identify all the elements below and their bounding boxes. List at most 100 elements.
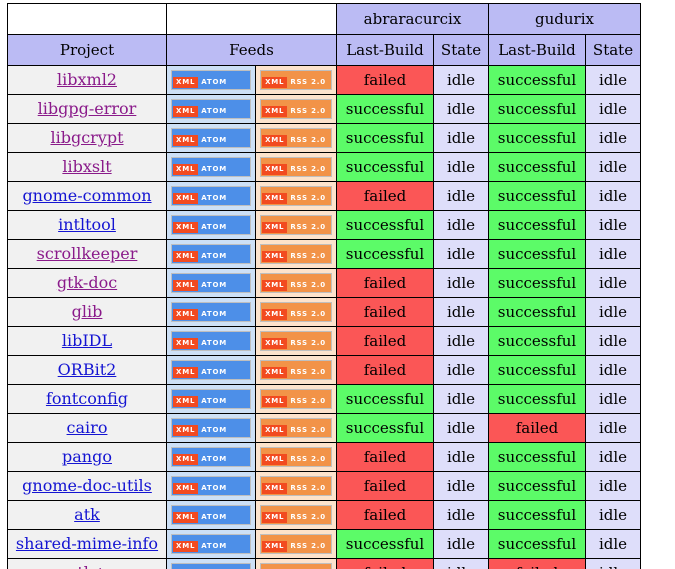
rss-feed-badge[interactable]: XMLRSS 2.0 xyxy=(260,128,332,148)
project-cell: gnome-common xyxy=(7,181,167,211)
badge-kind-label: ATOM xyxy=(198,164,249,175)
column-header-feeds: Feeds xyxy=(166,34,337,66)
badge-xml-label: XML xyxy=(262,164,288,175)
project-link[interactable]: scrollkeeper xyxy=(37,244,138,263)
atom-feed-badge[interactable]: XMLATOM xyxy=(171,505,251,525)
project-link[interactable]: fontconfig xyxy=(46,389,128,408)
abraracurcix-last-build-cell: failed xyxy=(336,558,434,569)
atom-feed-badge[interactable]: XMLATOM xyxy=(171,99,251,119)
atom-feed-badge[interactable]: XMLATOM xyxy=(171,563,251,569)
project-link[interactable]: libgcrypt xyxy=(50,128,123,147)
rss-feed-cell: XMLRSS 2.0 xyxy=(255,94,337,124)
atom-feed-badge[interactable]: XMLATOM xyxy=(171,418,251,438)
gudurix-last-build-cell: successful xyxy=(488,152,586,182)
project-link[interactable]: gtk-doc xyxy=(57,273,117,292)
gudurix-state-cell: idle xyxy=(585,355,641,385)
rss-feed-badge[interactable]: XMLRSS 2.0 xyxy=(260,360,332,380)
header-spacer-project xyxy=(7,3,167,35)
table-row: gtk+XMLATOMXMLRSS 2.0failedidlefailedidl… xyxy=(7,558,641,569)
rss-feed-badge[interactable]: XMLRSS 2.0 xyxy=(260,244,332,264)
gudurix-last-build-cell: successful xyxy=(488,181,586,211)
table-row: libIDL XML ATOM XML RSS 2.0 failed idle success… xyxy=(7,326,641,356)
atom-feed-badge[interactable]: XMLATOM xyxy=(171,273,251,293)
rss-feed-cell: XMLRSS 2.0 xyxy=(255,471,337,501)
rss-feed-badge[interactable]: XMLRSS 2.0 xyxy=(260,389,332,409)
atom-feed-badge[interactable]: XMLATOM xyxy=(171,534,251,554)
project-link[interactable]: gtk+ xyxy=(67,563,107,569)
rss-feed-badge[interactable]: XMLRSS 2.0 xyxy=(260,505,332,525)
abraracurcix-state-cell: idle xyxy=(433,471,489,501)
project-link[interactable]: ORBit2 xyxy=(58,360,117,379)
rss-feed-badge[interactable]: XMLRSS 2.0 xyxy=(260,99,332,119)
rss-feed-badge[interactable]: XMLRSS 2.0 xyxy=(260,447,332,467)
rss-feed-badge[interactable]: XMLRSS 2.0 xyxy=(260,418,332,438)
project-link[interactable]: libxslt xyxy=(62,157,111,176)
atom-feed-badge[interactable]: XMLATOM xyxy=(171,360,251,380)
rss-feed-badge[interactable]: XMLRSS 2.0 xyxy=(260,215,332,235)
project-link[interactable]: gnome-common xyxy=(22,186,151,205)
abraracurcix-last-build-cell: failed xyxy=(336,268,434,298)
badge-kind-label: RSS 2.0 xyxy=(287,222,330,233)
host-header-abraracurcix: abraracurcix xyxy=(336,3,489,35)
rss-feed-badge[interactable]: XMLRSS 2.0 xyxy=(260,70,332,90)
atom-feed-badge[interactable]: XMLATOM xyxy=(171,244,251,264)
badge-kind-label: ATOM xyxy=(198,280,249,291)
atom-feed-badge[interactable]: XMLATOM xyxy=(171,331,251,351)
rss-feed-badge[interactable]: XMLRSS 2.0 xyxy=(260,302,332,322)
atom-feed-badge[interactable]: XMLATOM xyxy=(171,70,251,90)
rss-feed-badge[interactable]: XMLRSS 2.0 xyxy=(260,186,332,206)
header-spacer-feeds xyxy=(166,3,337,35)
project-link[interactable]: libgpg-error xyxy=(38,99,137,118)
atom-feed-badge[interactable]: XMLATOM xyxy=(171,186,251,206)
abraracurcix-state-cell: idle xyxy=(433,181,489,211)
rss-feed-cell: XMLRSS 2.0 xyxy=(255,210,337,240)
atom-feed-badge[interactable]: XMLATOM xyxy=(171,447,251,467)
project-link[interactable]: atk xyxy=(74,505,100,524)
project-link[interactable]: libxml2 xyxy=(57,70,117,89)
badge-kind-label: ATOM xyxy=(198,251,249,262)
project-link[interactable]: glib xyxy=(72,302,103,321)
project-cell: gtk+ xyxy=(7,558,167,569)
atom-feed-cell: XMLATOM xyxy=(166,268,256,298)
project-link[interactable]: intltool xyxy=(58,215,116,234)
abraracurcix-last-build-cell: failed xyxy=(336,181,434,211)
badge-xml-label: XML xyxy=(173,193,199,204)
host-header-gudurix: gudurix xyxy=(488,3,641,35)
atom-feed-badge[interactable]: XMLATOM xyxy=(171,389,251,409)
badge-xml-label: XML xyxy=(173,425,199,436)
gudurix-last-build-cell: failed xyxy=(488,413,586,443)
rss-feed-badge[interactable]: XMLRSS 2.0 xyxy=(260,563,332,569)
atom-feed-badge[interactable]: XMLATOM xyxy=(171,302,251,322)
badge-kind-label: ATOM xyxy=(198,367,249,378)
project-link[interactable]: pango xyxy=(62,447,112,466)
project-link[interactable]: shared-mime-info xyxy=(16,534,158,553)
gudurix-state-cell: idle xyxy=(585,94,641,124)
rss-feed-badge[interactable]: XMLRSS 2.0 xyxy=(260,273,332,293)
badge-xml-label: XML xyxy=(262,193,288,204)
gudurix-last-build-cell: successful xyxy=(488,94,586,124)
rss-feed-badge[interactable]: XMLRSS 2.0 xyxy=(260,331,332,351)
atom-feed-badge[interactable]: XMLATOM xyxy=(171,128,251,148)
rss-feed-badge[interactable]: XMLRSS 2.0 xyxy=(260,157,332,177)
badge-xml-label: XML xyxy=(262,483,288,494)
project-link[interactable]: libIDL xyxy=(62,331,112,350)
abraracurcix-last-build-cell: failed xyxy=(336,442,434,472)
project-link[interactable]: cairo xyxy=(67,418,108,437)
rss-feed-cell: XMLRSS 2.0 xyxy=(255,123,337,153)
atom-feed-badge[interactable]: XMLATOM xyxy=(171,157,251,177)
atom-feed-badge[interactable]: XMLATOM xyxy=(171,476,251,496)
atom-feed-badge[interactable]: XMLATOM xyxy=(171,215,251,235)
rss-feed-cell: XMLRSS 2.0 xyxy=(255,413,337,443)
table-row: gnome-doc-utils XML ATOM XML RSS 2.0 failed id… xyxy=(7,471,641,501)
project-link[interactable]: gnome-doc-utils xyxy=(22,476,152,495)
badge-kind-label: ATOM xyxy=(198,309,249,320)
rss-feed-badge[interactable]: XMLRSS 2.0 xyxy=(260,534,332,554)
gudurix-last-build-cell: failed xyxy=(488,558,586,569)
gudurix-state-cell: idle xyxy=(585,442,641,472)
header-row-columns: Project Feeds Last-Build State Last-Buil… xyxy=(7,34,641,66)
rss-feed-badge[interactable]: XMLRSS 2.0 xyxy=(260,476,332,496)
table-row: intltool XML ATOM XML RSS 2.0 successful idle s… xyxy=(7,210,641,240)
gudurix-state-cell: idle xyxy=(585,181,641,211)
project-cell: cairo xyxy=(7,413,167,443)
atom-feed-cell: XMLATOM xyxy=(166,558,256,569)
